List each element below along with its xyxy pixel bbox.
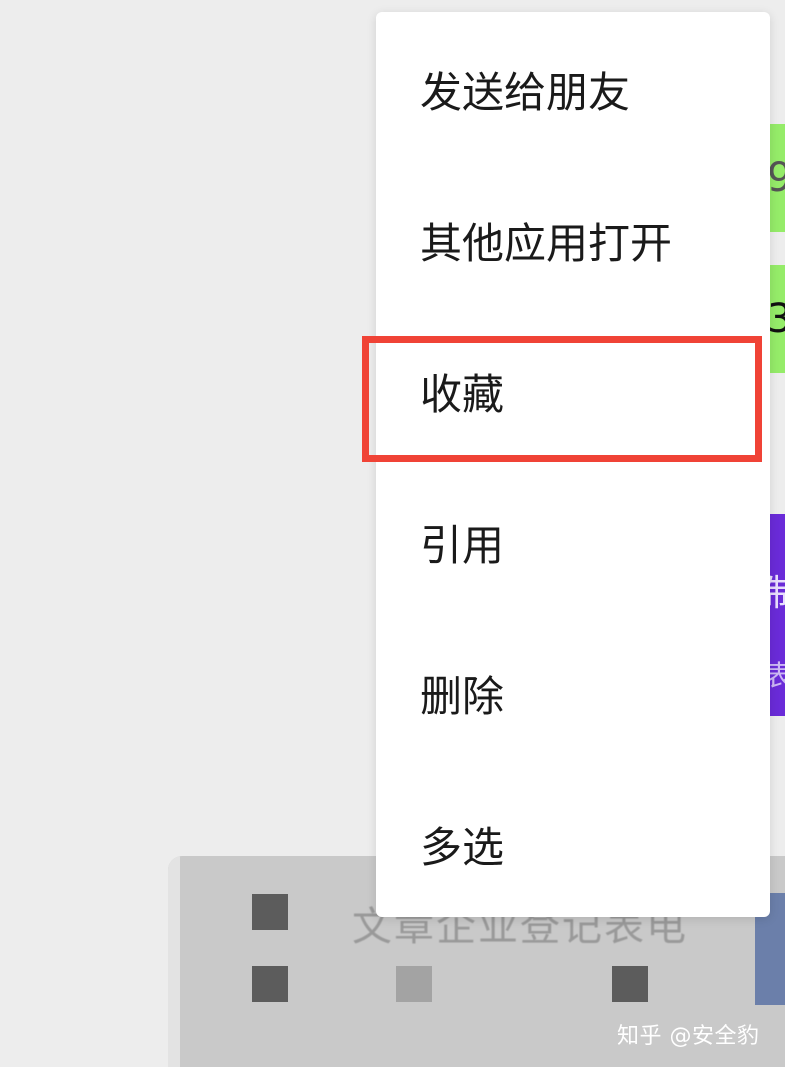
file-thumbnail-square (252, 894, 288, 930)
menu-item-favorite[interactable]: 收藏 (376, 316, 770, 467)
file-thumbnail-square (612, 966, 648, 1002)
menu-item-delete[interactable]: 删除 (376, 618, 770, 769)
context-menu: 发送给朋友 其他应用打开 收藏 引用 删除 多选 (376, 12, 770, 917)
card-edge (168, 856, 180, 1067)
watermark: 知乎 @安全豹 (617, 1024, 760, 1049)
menu-item-send-to-friend[interactable]: 发送给朋友 (376, 14, 770, 165)
file-thumbnail-square (252, 966, 288, 1002)
menu-item-quote[interactable]: 引用 (376, 467, 770, 618)
file-thumbnail-square (396, 966, 432, 1002)
menu-item-open-with-other-app[interactable]: 其他应用打开 (376, 165, 770, 316)
menu-item-multi-select[interactable]: 多选 (376, 769, 770, 920)
